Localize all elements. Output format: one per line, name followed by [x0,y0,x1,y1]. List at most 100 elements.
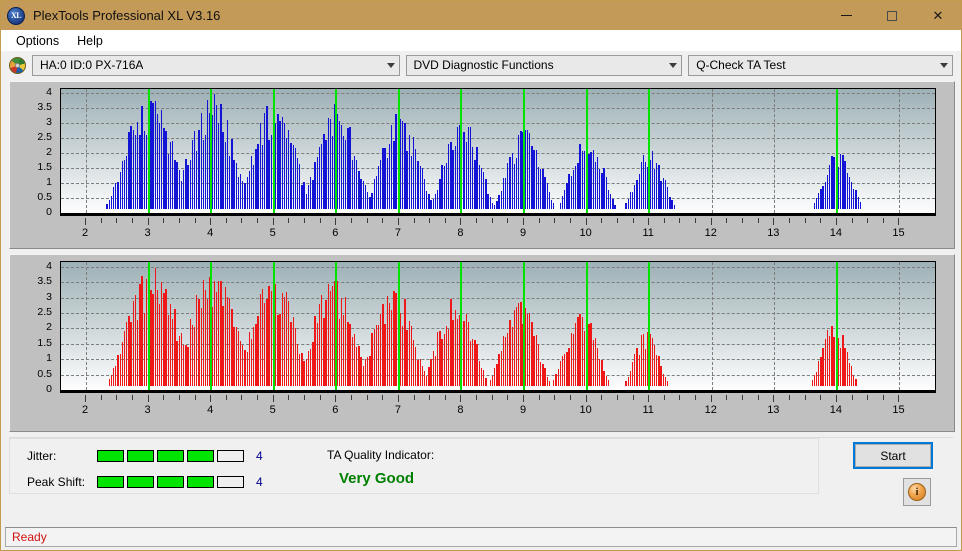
chart-bar [382,303,384,387]
status-bar: Ready [5,527,957,547]
menu-item-help[interactable]: Help [68,32,112,50]
jitter-label: Jitter: [27,449,57,463]
chart-bar [356,347,358,387]
peak-shift-row: Peak Shift: 4 [27,474,263,490]
chart-bar [430,359,432,387]
chart-bar [207,100,209,210]
chart-bar [126,321,128,387]
ta-quality-value: Very Good [339,470,415,487]
chart-bar [568,348,570,387]
charts-container: 0 0.5 1 1.5 2 2.5 3 3.5 4 2 3 4 5 6 7 8 9 10 11 12 13 14 15 0… [1,79,961,432]
x-axis-tick [350,218,352,223]
chart-bar [386,296,389,387]
x-axis-tick [773,218,775,225]
chart-marker-line [335,262,338,390]
minimize-button[interactable] [823,1,869,30]
x-axis-tick-label: 2 [81,227,89,239]
x-axis-tick [163,218,165,223]
start-button[interactable]: Start [853,442,933,469]
y-axis-tick-label: 3.5 [37,101,52,114]
x-axis-tick [616,395,618,400]
chart-bar [515,158,518,210]
chart-bar [204,134,207,210]
x-axis-tick-label: 12 [704,227,717,239]
results-area: Jitter: 4 Peak Shift: 4 TA Quality Indic… [9,437,953,527]
chart-bar [566,183,568,210]
meter-segment [127,450,154,462]
chart-bar [285,291,288,387]
function-select[interactable]: DVD Diagnostic Functions [405,54,683,76]
menu-item-options[interactable]: Options [7,32,68,50]
chart-bar [855,190,857,210]
chart-bar [108,379,110,387]
chart-bar [222,131,224,210]
chart-bar [130,322,132,387]
drive-select[interactable]: HA:0 ID:0 PX-716A [32,54,400,76]
maximize-button[interactable] [869,1,915,30]
chart-bar [119,171,121,210]
chart-bar [268,139,270,210]
chart-bar [207,298,209,387]
chart-bar [126,155,128,210]
chart-bar [158,303,161,387]
chart-bar [161,281,163,387]
chart-bar [353,334,356,387]
x-axis-tick [225,218,227,223]
chart-bar [815,371,818,387]
x-axis-tick [601,395,603,400]
chart-bar [472,338,474,387]
x-axis-tick [319,218,321,223]
x-axis-tick [257,218,259,223]
chart-bar [167,314,170,387]
chart-bar [537,166,540,210]
chart-bar [476,146,478,210]
chart-bar [590,151,592,210]
info-button[interactable]: i [903,478,931,506]
chart-bar [349,126,351,210]
chart-bar [651,150,654,210]
x-axis-tick-label: 5 [269,227,276,239]
chart-marker-line [147,262,150,390]
chart-bar [242,180,244,210]
chart-bar [187,165,189,210]
chart-bar [366,192,369,210]
chart-bar [638,174,640,210]
close-button[interactable]: ✕ [915,1,961,30]
chart-bar [360,179,362,210]
chart-bar [504,337,507,387]
chart-bar [423,179,426,210]
chart-bar [480,168,483,210]
chart-bar [434,355,437,387]
chart-bar [235,326,237,387]
chart-bar [419,165,421,210]
gridline-horizontal [61,282,935,284]
x-axis-tick-label: 13 [767,227,780,239]
chart-bar [255,323,257,387]
x-axis-tick [616,218,618,223]
x-axis-tick [241,395,243,400]
chart-bar [218,122,220,210]
chart-bar [329,290,332,387]
chart-bar [215,104,218,210]
chart-bar [572,170,575,210]
x-axis-tick [366,395,368,400]
chart-bar [439,331,441,387]
x-axis-tick [585,395,587,402]
chart-bar [154,100,156,210]
chart-bar [110,375,113,387]
x-axis-tick [429,218,431,223]
chart-bar [434,193,437,210]
chart-bar [599,359,601,387]
title-bar: XL PlexTools Professional XL V3.16 ✕ [1,1,961,30]
chart-bar [373,178,375,210]
chart-bar [513,163,516,210]
chart-bar [347,128,349,210]
meter-segment [97,476,124,488]
chart-marker-line [648,89,651,213]
chart-bar [110,196,113,210]
chart-bar [288,300,290,387]
chart-marker-line [147,89,150,213]
chart-bar [331,136,334,210]
test-select[interactable]: Q-Check TA Test [688,54,953,76]
chart-bar [137,319,139,387]
